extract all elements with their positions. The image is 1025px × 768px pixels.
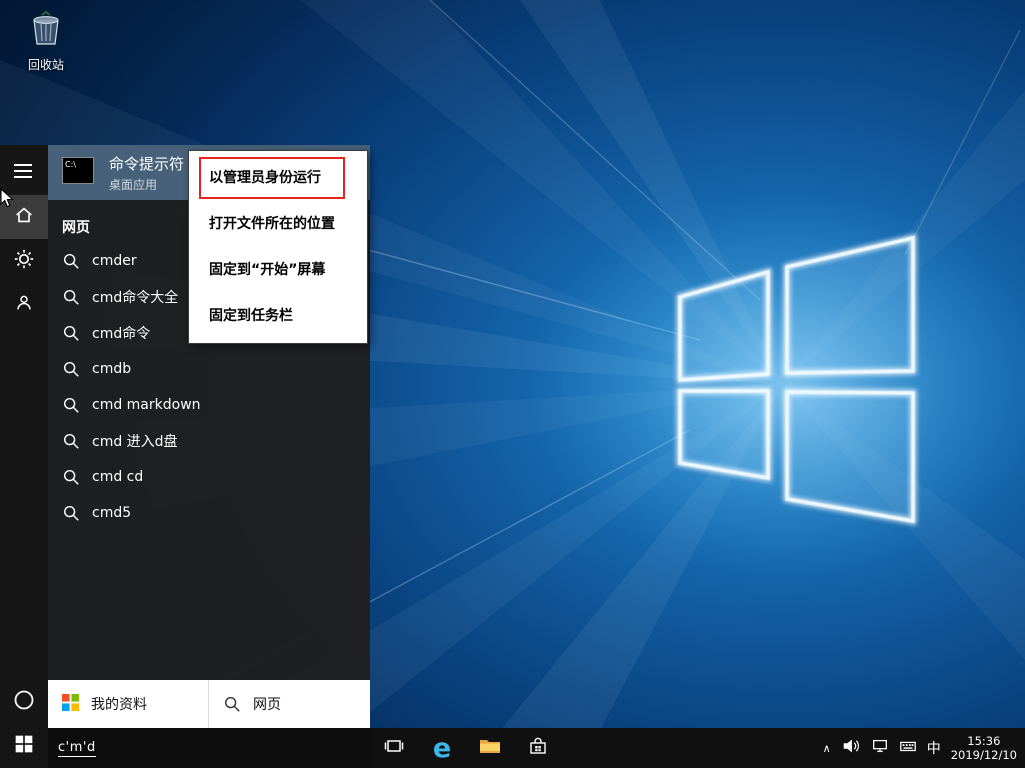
suggestion-item[interactable]: cmd markdown <box>48 387 370 423</box>
menu-item-open-file-location[interactable]: 打开文件所在的位置 <box>189 201 367 247</box>
recycle-bin-label: 回收站 <box>27 58 64 72</box>
store-button[interactable] <box>514 728 562 768</box>
clock-time: 15:36 <box>967 733 1001 748</box>
search-icon <box>62 468 80 486</box>
search-icon <box>62 288 80 306</box>
clock[interactable]: 15:36 2019/12/10 <box>951 734 1019 763</box>
cmd-icon: C:\ <box>62 157 94 188</box>
suggestion-label: cmd markdown <box>92 397 201 413</box>
windows-flag-icon <box>62 693 79 715</box>
recycle-bin[interactable]: 回收站 <box>14 8 78 73</box>
settings-button[interactable] <box>0 239 48 283</box>
web-search-button[interactable]: 网页 <box>209 680 370 728</box>
suggestion-label: cmder <box>92 253 137 269</box>
svg-text:C:\: C:\ <box>65 160 76 169</box>
volume-icon[interactable] <box>841 736 861 760</box>
search-footer: 我的资料 网页 <box>48 680 370 728</box>
ime-indicator[interactable]: 中 <box>927 738 941 758</box>
home-icon <box>13 204 35 230</box>
suggestion-label: cmd 进入d盘 <box>92 434 178 450</box>
taskbar-buttons: e <box>370 728 562 768</box>
chevron-up-icon[interactable]: ∧ <box>823 742 831 755</box>
suggestion-item[interactable]: cmd5 <box>48 495 370 531</box>
cortana-circle-icon <box>12 688 36 716</box>
mouse-cursor <box>0 188 14 208</box>
hamburger-icon <box>14 163 34 183</box>
recycle-bin-icon <box>26 11 66 54</box>
person-icon <box>13 292 35 318</box>
search-input-value: c'm'd <box>58 739 96 757</box>
touch-keyboard-icon[interactable] <box>899 737 917 759</box>
suggestion-label: cmd命令 <box>92 326 151 342</box>
store-icon <box>527 735 549 761</box>
menu-item-pin-to-start[interactable]: 固定到“开始”屏幕 <box>189 247 367 293</box>
task-view-button[interactable] <box>370 728 418 768</box>
web-search-label: 网页 <box>253 697 281 713</box>
file-explorer-icon <box>478 734 502 762</box>
suggestion-item[interactable]: cmdb <box>48 351 370 387</box>
feedback-button[interactable] <box>0 283 48 327</box>
suggestion-item[interactable]: cmd 进入d盘 <box>48 423 370 459</box>
top-result-subtitle: 桌面应用 <box>109 177 158 192</box>
gear-icon <box>13 248 35 274</box>
top-result-title: 命令提示符 <box>109 154 185 173</box>
search-input[interactable]: c'm'd <box>48 728 370 768</box>
my-stuff-label: 我的资料 <box>91 697 147 713</box>
file-explorer-button[interactable] <box>466 728 514 768</box>
suggestion-label: cmdb <box>92 361 132 377</box>
task-view-icon <box>383 735 405 761</box>
system-tray: ∧ 中 15:36 2019/12/10 <box>823 728 1019 768</box>
search-icon <box>62 252 80 270</box>
clock-date: 2019/12/10 <box>950 748 1017 762</box>
context-menu: 以管理员身份运行 打开文件所在的位置 固定到“开始”屏幕 固定到任务栏 <box>188 150 368 344</box>
windows-logo-icon <box>14 734 34 758</box>
search-icon <box>62 396 80 414</box>
suggestion-item[interactable]: cmd cd <box>48 459 370 495</box>
suggestion-label: cmd命令大全 <box>92 290 179 306</box>
search-icon <box>62 360 80 378</box>
suggestion-label: cmd cd <box>92 469 144 485</box>
search-icon <box>223 695 241 713</box>
menu-item-run-as-admin[interactable]: 以管理员身份运行 <box>189 155 367 201</box>
edge-button[interactable]: e <box>418 728 466 768</box>
start-button[interactable] <box>0 724 48 768</box>
suggestion-label: cmd5 <box>92 505 132 521</box>
start-rail <box>0 145 48 768</box>
edge-icon: e <box>432 732 452 764</box>
search-icon <box>62 432 80 450</box>
search-icon <box>62 324 80 342</box>
my-stuff-button[interactable]: 我的资料 <box>48 680 209 728</box>
menu-item-pin-to-taskbar[interactable]: 固定到任务栏 <box>189 293 367 339</box>
cortana-button[interactable] <box>0 680 48 724</box>
network-icon[interactable] <box>871 737 889 759</box>
search-icon <box>62 504 80 522</box>
